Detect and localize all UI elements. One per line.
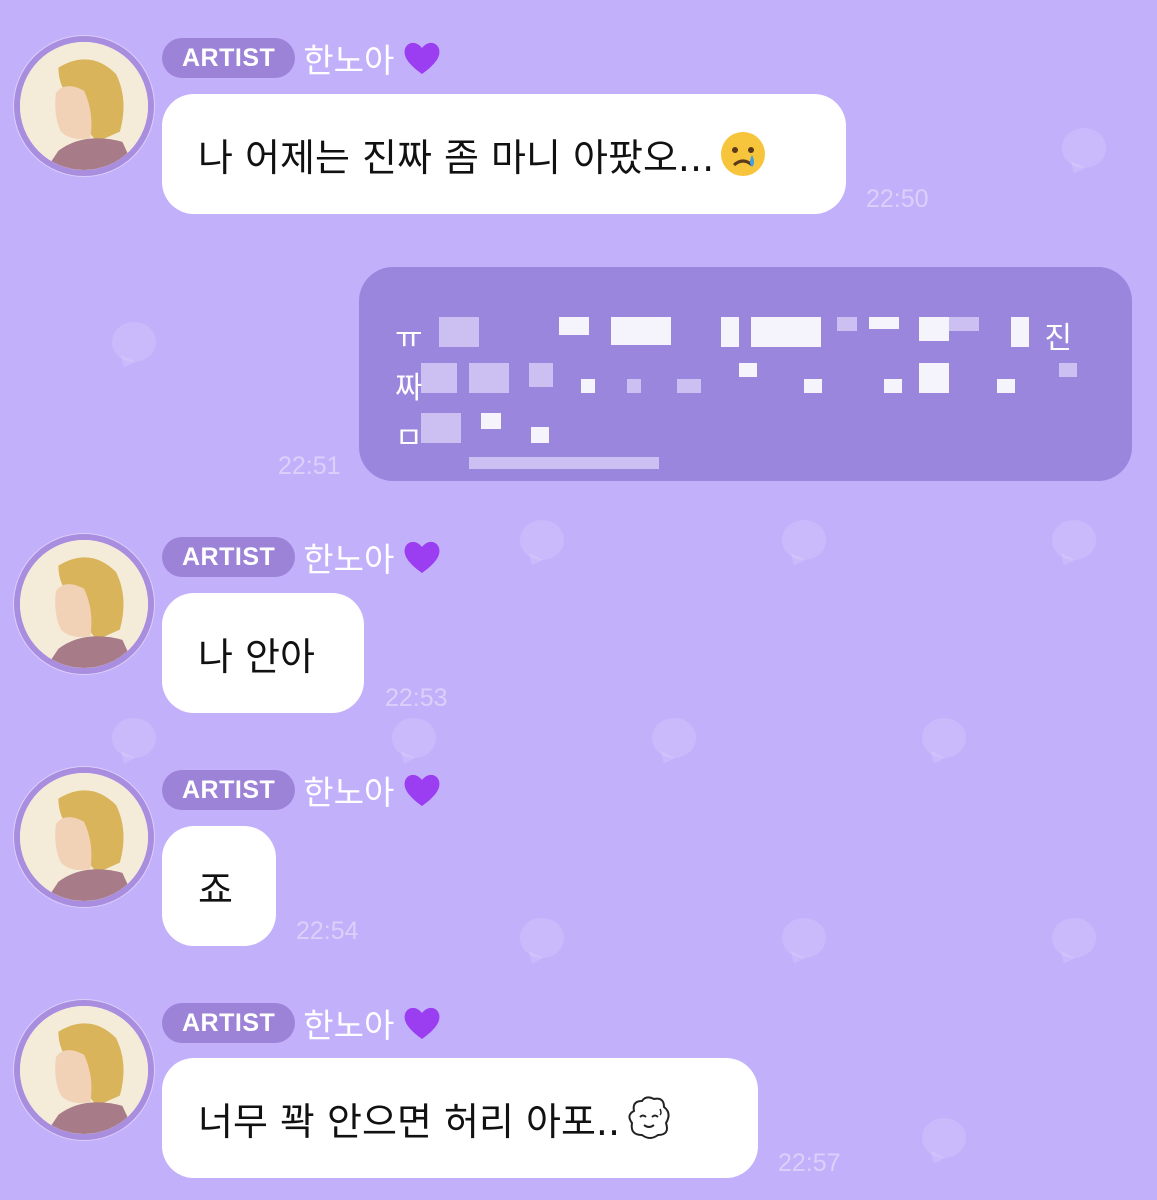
- my-message-char-4: ㅁ: [395, 421, 423, 456]
- purple-heart-icon: [404, 774, 440, 806]
- timestamp: 22:50: [866, 185, 929, 213]
- artist-badge: ARTIST: [162, 770, 296, 810]
- purple-heart-icon: [404, 42, 440, 74]
- message-text: 죠: [198, 867, 233, 912]
- timestamp: 22:54: [296, 917, 359, 945]
- timestamp: 22:53: [385, 684, 448, 712]
- timestamp: 22:51: [278, 452, 341, 480]
- message-bubble[interactable]: 죠: [162, 826, 276, 946]
- avatar[interactable]: [14, 36, 154, 176]
- avatar[interactable]: [14, 767, 154, 907]
- my-message-bubble[interactable]: ㅠ 진 짜 ㅁ: [359, 267, 1132, 481]
- message-text: 나 안아: [198, 634, 315, 679]
- artist-badge: ARTIST: [162, 1003, 296, 1043]
- message-text: 나 어제는 진짜 좀 마니 아팠오...: [198, 135, 715, 180]
- timestamp: 22:57: [778, 1149, 841, 1177]
- artist-badge: ARTIST: [162, 537, 296, 577]
- sender-name[interactable]: 한노아: [303, 533, 394, 581]
- message-bubble[interactable]: 나 안아: [162, 593, 364, 713]
- avatar[interactable]: [14, 534, 154, 674]
- avatar[interactable]: [14, 1000, 154, 1140]
- my-message-char-1: ㅠ: [395, 321, 423, 356]
- sender-name[interactable]: 한노아: [303, 34, 394, 82]
- my-message-char-2: 진: [1044, 321, 1072, 356]
- purple-heart-icon: [404, 541, 440, 573]
- my-message-char-3: 짜: [395, 371, 423, 406]
- sender-name[interactable]: 한노아: [303, 999, 394, 1047]
- purple-heart-icon: [404, 1007, 440, 1039]
- message-text: 너무 꽉 안으면 허리 아포..: [198, 1099, 621, 1144]
- sender-name[interactable]: 한노아: [303, 766, 394, 814]
- sheep-sticker-icon: [628, 1096, 670, 1139]
- message-bubble[interactable]: 너무 꽉 안으면 허리 아포..: [162, 1058, 758, 1178]
- message-bubble[interactable]: 나 어제는 진짜 좀 마니 아팠오...: [162, 94, 846, 214]
- artist-badge: ARTIST: [162, 38, 296, 78]
- crying-face-icon: [721, 132, 766, 176]
